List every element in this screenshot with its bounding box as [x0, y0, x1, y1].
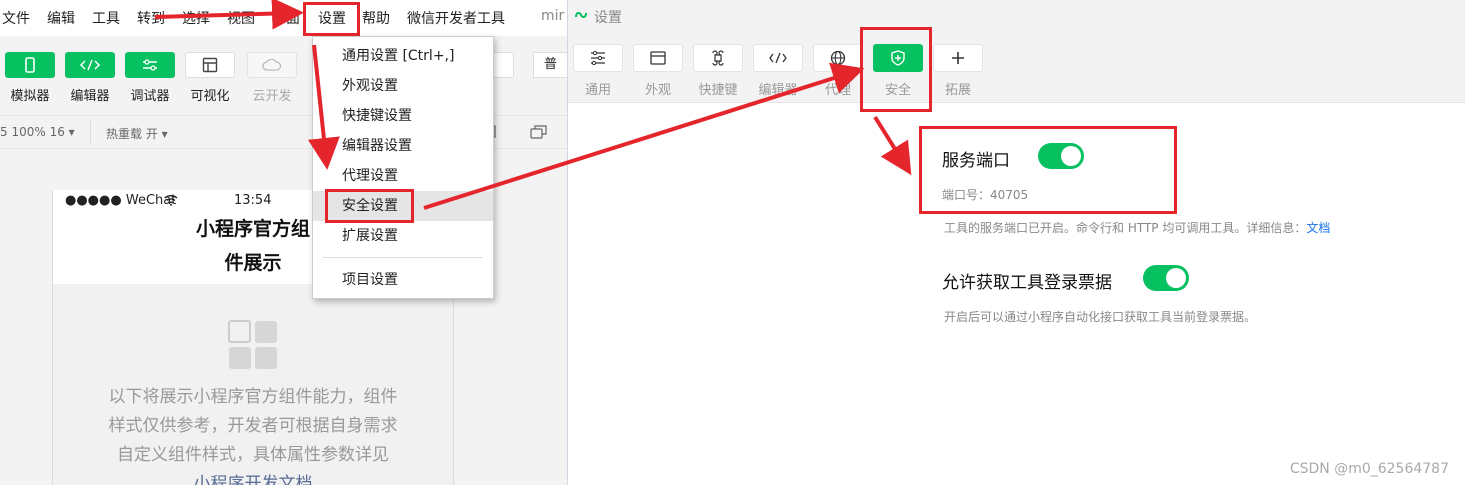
- settings-window: 设置 通用 外观 快捷键 编辑器 代理 安全 拓展 服务端口 端口号：40705…: [567, 0, 1465, 485]
- menu-devtools[interactable]: 微信开发者工具: [407, 8, 505, 28]
- menu-item-project[interactable]: 项目设置: [313, 265, 493, 295]
- debugger-tool[interactable]: 调试器: [124, 52, 176, 104]
- tool-label: 调试器: [130, 89, 170, 104]
- watermark: CSDN @m0_62564787: [1289, 461, 1449, 477]
- sliders-icon: [573, 44, 623, 72]
- menu-separator: [323, 257, 483, 258]
- zoom-select[interactable]: 5 100% 16 ▾: [0, 125, 75, 139]
- ide-window: 文件 编辑 工具 转到 选择 视图 界面 设置 帮助 微信开发者工具 mir 模…: [0, 0, 567, 485]
- highlight-service-port: [919, 126, 1177, 214]
- cloud-icon: [247, 52, 297, 78]
- mode-select-edge[interactable]: [494, 52, 514, 78]
- menu-edit[interactable]: 编辑: [47, 8, 75, 28]
- grid-icon: [228, 320, 278, 374]
- menu-overflow: mir: [541, 8, 565, 24]
- highlight-settings-menu: [303, 2, 360, 36]
- plus-icon: [933, 44, 983, 72]
- phone-icon: [5, 52, 55, 78]
- tab-proxy[interactable]: 代理: [813, 44, 863, 98]
- wifi-icon: [164, 194, 178, 210]
- menu-item-editor[interactable]: 编辑器设置: [313, 131, 493, 161]
- intro-text: 样式仅供参考，开发者可根据自身需求: [108, 416, 398, 436]
- simulator-tool[interactable]: 模拟器: [4, 52, 56, 104]
- code-icon: [65, 52, 115, 78]
- tab-label: 快捷键: [698, 83, 738, 98]
- window-icon: [633, 44, 683, 72]
- code-icon: [753, 44, 803, 72]
- tab-shortcuts[interactable]: 快捷键: [693, 44, 743, 98]
- menu-interface[interactable]: 界面: [272, 8, 300, 28]
- settings-titlebar: 设置: [568, 0, 1465, 32]
- service-port-desc: 工具的服务端口已开启。命令行和 HTTP 均可调用工具。详细信息：文档: [944, 219, 1330, 236]
- intro-text: 自定义组件样式，具体属性参数详见: [117, 445, 389, 465]
- tool-label: 云开发: [252, 89, 292, 104]
- layout-icon: [185, 52, 235, 78]
- login-ticket-title: 允许获取工具登录票据: [942, 273, 1112, 293]
- menu-item-general[interactable]: 通用设置 [Ctrl+,]: [313, 41, 493, 71]
- highlight-security-tab: [860, 27, 932, 112]
- menu-item-shortcuts[interactable]: 快捷键设置: [313, 101, 493, 131]
- cloud-tool[interactable]: 云开发: [246, 52, 298, 104]
- visual-tool[interactable]: 可视化: [184, 52, 236, 104]
- tool-label: 编辑器: [70, 89, 110, 104]
- settings-dropdown-menu: 通用设置 [Ctrl+,] 外观设置 快捷键设置 编辑器设置 代理设置 安全设置…: [312, 36, 494, 299]
- intro-text: 以下将展示小程序官方组件能力，组件: [108, 387, 398, 407]
- hot-reload-select[interactable]: 热重载 开 ▾: [106, 125, 168, 142]
- tab-general[interactable]: 通用: [573, 44, 623, 98]
- editor-tool[interactable]: 编辑器: [64, 52, 116, 104]
- app-logo-icon: [574, 8, 588, 26]
- debugger-icon: [125, 52, 175, 78]
- menu-item-proxy[interactable]: 代理设置: [313, 161, 493, 191]
- tab-label: 通用: [584, 83, 611, 98]
- settings-tabs: 通用 外观 快捷键 编辑器 代理 安全 拓展: [568, 32, 1465, 103]
- menu-select[interactable]: 选择: [182, 8, 210, 28]
- window-title: 设置: [594, 10, 622, 26]
- tool-label: 可视化: [190, 89, 230, 104]
- docs-link[interactable]: 小程序开发文档: [93, 470, 413, 485]
- menu-goto[interactable]: 转到: [137, 8, 165, 28]
- highlight-security-item: [325, 189, 414, 223]
- menu-tools[interactable]: 工具: [92, 8, 120, 28]
- login-ticket-desc: 开启后可以通过小程序自动化接口获取工具当前登录票据。: [944, 310, 1257, 324]
- docs-link[interactable]: 文档: [1306, 221, 1330, 235]
- tab-label: 拓展: [944, 83, 971, 98]
- menu-bar: 文件 编辑 工具 转到 选择 视图 界面 设置 帮助 微信开发者工具 mir: [0, 0, 567, 36]
- tab-label: 代理: [824, 83, 851, 98]
- multi-window-icon[interactable]: [530, 124, 548, 144]
- divider: [90, 120, 91, 144]
- tool-label: 模拟器: [10, 89, 50, 104]
- tab-extensions[interactable]: 拓展: [933, 44, 983, 98]
- globe-icon: [813, 44, 863, 72]
- carrier-label: ●●●●● WeChat: [65, 193, 177, 208]
- phone-time: 13:54: [234, 193, 272, 208]
- tab-label: 外观: [644, 83, 671, 98]
- tab-label: 编辑器: [758, 83, 798, 98]
- command-icon: [693, 44, 743, 72]
- menu-item-extensions[interactable]: 扩展设置: [313, 221, 493, 251]
- menu-help[interactable]: 帮助: [362, 8, 390, 28]
- compile-mode-select[interactable]: 普通: [533, 52, 567, 78]
- menu-file[interactable]: 文件: [2, 8, 30, 28]
- tab-editor[interactable]: 编辑器: [753, 44, 803, 98]
- menu-view[interactable]: 视图: [227, 8, 255, 28]
- menu-item-appearance[interactable]: 外观设置: [313, 71, 493, 101]
- tab-appearance[interactable]: 外观: [633, 44, 683, 98]
- service-port-desc-text: 工具的服务端口已开启。命令行和 HTTP 均可调用工具。详细信息：: [944, 221, 1307, 235]
- toggle-knob: [1166, 268, 1186, 288]
- login-ticket-toggle[interactable]: [1143, 265, 1189, 291]
